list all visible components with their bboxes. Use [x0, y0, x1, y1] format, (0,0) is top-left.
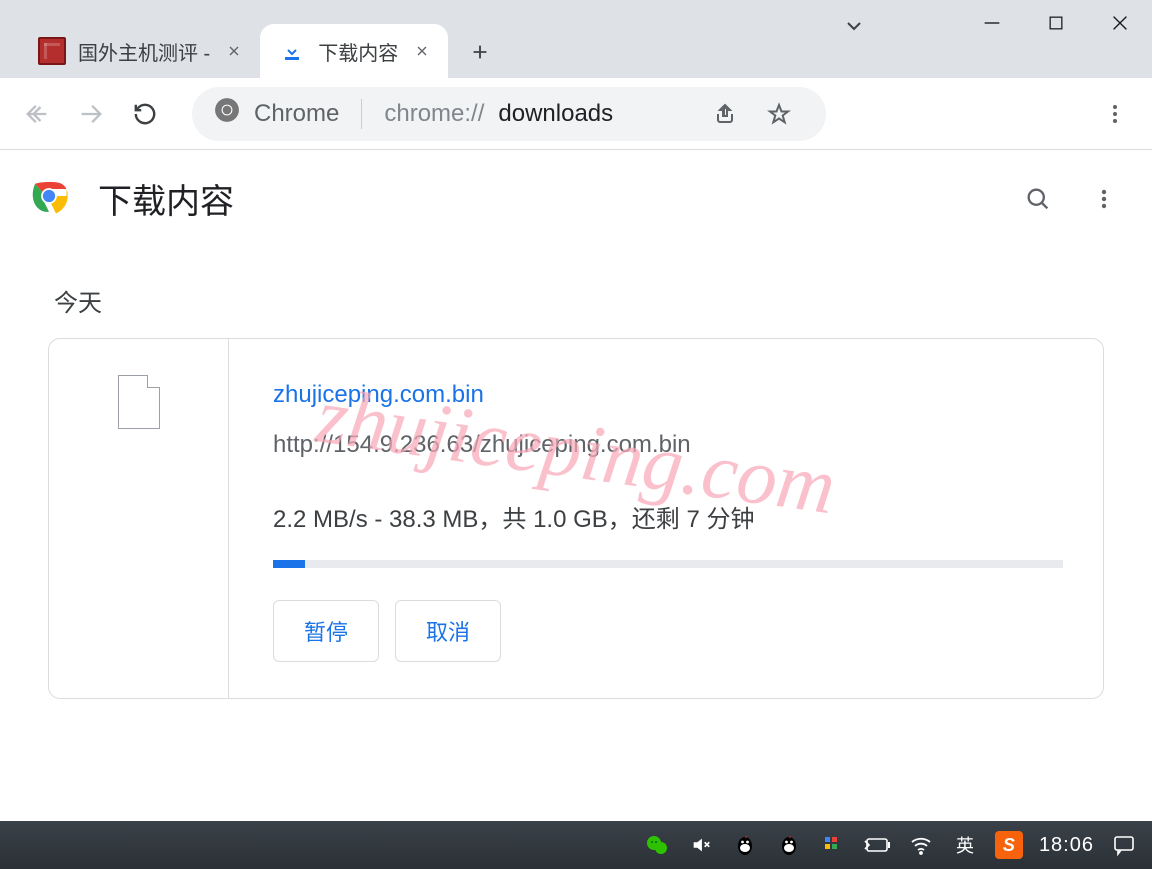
download-icon [278, 37, 306, 65]
download-progress-fill [273, 560, 305, 568]
share-button[interactable] [700, 89, 750, 139]
download-progress-text: 2.2 MB/s - 38.3 MB，共 1.0 GB，还剩 7 分钟 [273, 499, 1063, 534]
tab-other-site[interactable]: 国外主机测评 - [20, 24, 260, 78]
minimize-button[interactable] [960, 0, 1024, 46]
bookmark-button[interactable] [754, 89, 804, 139]
close-tab-button[interactable] [410, 39, 434, 63]
ime-indicator[interactable]: 英 [951, 829, 979, 861]
favicon-site-icon [38, 37, 66, 65]
colors-tray-icon[interactable] [819, 831, 847, 859]
page-title: 下载内容 [98, 174, 234, 223]
tabs-row: 国外主机测评 - 下载内容 [0, 24, 502, 78]
downloads-menu-button[interactable] [1084, 179, 1124, 219]
downloads-page: zhujiceping.com 下载内容 今天 [0, 150, 1152, 821]
address-bar[interactable]: Chrome chrome:// downloads [192, 87, 826, 141]
tab-search-button[interactable] [836, 8, 872, 44]
file-icon [118, 375, 160, 429]
sogou-ime-icon[interactable]: S [995, 831, 1023, 859]
scheme-label: Chrome [254, 100, 339, 128]
tab-title: 下载内容 [318, 37, 398, 66]
reload-button[interactable] [120, 89, 170, 139]
windows-taskbar: 英 S 18:06 [0, 821, 1152, 869]
chrome-logo-icon [28, 175, 70, 222]
download-filename-link[interactable]: zhujiceping.com.bin [273, 381, 484, 409]
browser-menu-button[interactable] [1090, 89, 1140, 139]
tab-title: 国外主机测评 - [78, 37, 210, 66]
battery-tray-icon[interactable] [863, 831, 891, 859]
download-file-icon-area [49, 339, 229, 698]
qq-tray-icon-1[interactable] [731, 831, 759, 859]
section-today-label: 今天 [0, 247, 1152, 338]
browser-toolbar: Chrome chrome:// downloads [0, 78, 1152, 150]
window-controls [960, 0, 1152, 46]
download-source-url: http://154.9.236.63/zhujiceping.com.bin [273, 431, 1063, 459]
omnibox-divider [361, 99, 362, 129]
wifi-tray-icon[interactable] [907, 831, 935, 859]
url-scheme: chrome:// [384, 100, 484, 128]
download-item: zhujiceping.com.bin http://154.9.236.63/… [48, 338, 1104, 699]
cancel-download-button[interactable]: 取消 [395, 600, 501, 662]
pause-download-button[interactable]: 暂停 [273, 600, 379, 662]
search-downloads-button[interactable] [1018, 179, 1058, 219]
close-tab-button[interactable] [222, 39, 246, 63]
new-tab-button[interactable] [458, 30, 502, 74]
taskbar-clock[interactable]: 18:06 [1039, 834, 1094, 857]
download-progress-bar [273, 560, 1063, 568]
url-path: downloads [498, 100, 613, 128]
close-window-button[interactable] [1088, 0, 1152, 46]
action-center-icon[interactable] [1110, 831, 1138, 859]
forward-button[interactable] [66, 89, 116, 139]
chrome-scheme-icon [214, 97, 240, 130]
maximize-button[interactable] [1024, 0, 1088, 46]
page-header: 下载内容 [0, 150, 1152, 247]
volume-mute-icon[interactable] [687, 831, 715, 859]
qq-tray-icon-2[interactable] [775, 831, 803, 859]
tab-downloads[interactable]: 下载内容 [260, 24, 448, 78]
wechat-tray-icon[interactable] [643, 831, 671, 859]
browser-titlebar: 国外主机测评 - 下载内容 [0, 0, 1152, 78]
back-button[interactable] [12, 89, 62, 139]
